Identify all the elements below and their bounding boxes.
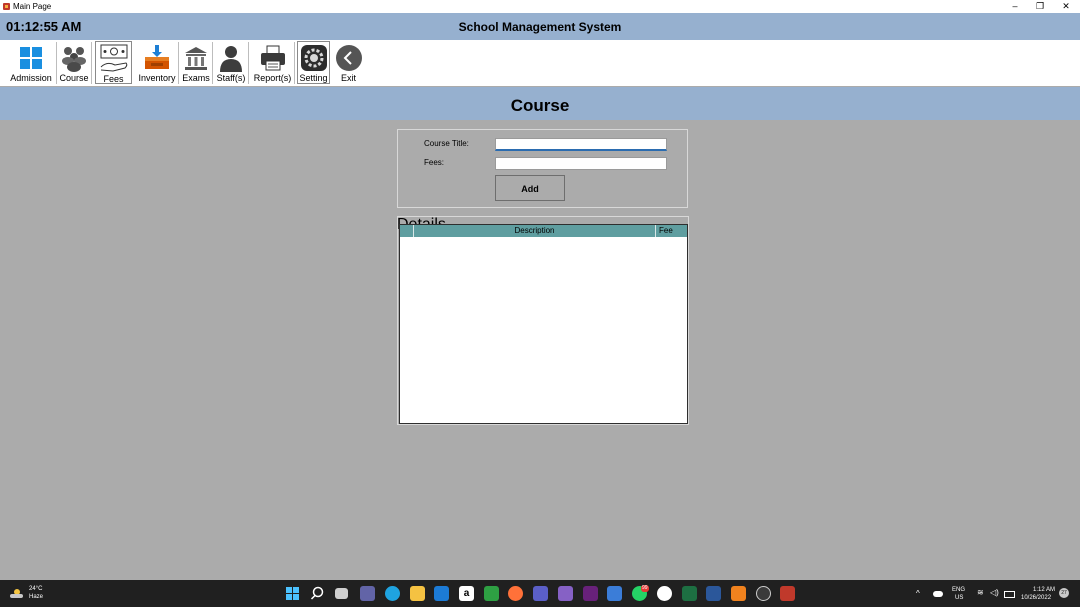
search-icon[interactable] <box>310 586 325 601</box>
chrome-icon[interactable] <box>657 586 672 601</box>
amazon-icon[interactable]: a <box>459 586 474 601</box>
onedrive-icon[interactable] <box>933 591 943 597</box>
toolbar-label: Report(s) <box>253 73 292 83</box>
gear-icon <box>300 45 327 71</box>
visual-studio-icon[interactable] <box>558 586 573 601</box>
back-arrow-icon <box>335 45 362 71</box>
start-icon[interactable] <box>285 586 300 601</box>
page-heading-bar: Course <box>0 87 1080 120</box>
toolbar-label: Exams <box>182 73 210 83</box>
row-header-cell[interactable] <box>400 225 414 237</box>
mail-icon[interactable] <box>434 586 449 601</box>
toolbar-label: Admission <box>10 73 52 83</box>
column-header-fee[interactable]: Fee <box>656 225 687 237</box>
notepad-icon[interactable] <box>706 586 721 601</box>
windows-tiles-icon <box>20 47 42 69</box>
toolbar-admission[interactable]: Admission <box>6 42 57 84</box>
toolbar-exams[interactable]: Exams <box>180 42 213 84</box>
building-icon <box>185 47 207 70</box>
weather-temp: 24°C <box>29 586 43 592</box>
wifi-icon[interactable]: ≋ <box>977 589 984 597</box>
toolbar-label: Fees <box>103 74 124 84</box>
tray-chevron-icon[interactable]: ^ <box>916 590 920 598</box>
excel-icon[interactable] <box>682 586 697 601</box>
store-app-icon[interactable] <box>484 586 499 601</box>
toolbar-setting[interactable]: Setting <box>297 41 330 84</box>
toolbar-exit[interactable]: Exit <box>333 42 364 84</box>
group-icon <box>62 47 86 72</box>
page-title: Course <box>510 96 570 115</box>
file-explorer-icon[interactable] <box>410 586 425 601</box>
toolbar-fees[interactable]: Fees <box>95 41 132 84</box>
taskbar: 24°C Haze a 99 ^ ENG US ≋ ◁) 1:12 AM 10/… <box>0 580 1080 607</box>
battery-icon[interactable] <box>1004 591 1015 598</box>
toolbar-staff[interactable]: Staff(s) <box>214 42 249 84</box>
weather-condition: Haze <box>29 594 44 600</box>
task-view-icon[interactable] <box>335 588 348 599</box>
teams-icon[interactable] <box>533 586 548 601</box>
restore-button[interactable]: ❐ <box>1028 0 1052 13</box>
toolbar-inventory[interactable]: Inventory <box>136 42 179 84</box>
language-label[interactable]: ENG <box>952 586 965 594</box>
toolbar-label: Staff(s) <box>216 73 246 83</box>
tray-date[interactable]: 10/26/2022 <box>1021 594 1051 602</box>
firefox-icon[interactable] <box>508 586 523 601</box>
minimize-button[interactable]: – <box>1003 0 1027 13</box>
app-icon-orange[interactable] <box>731 586 746 601</box>
toolbar-label: Inventory <box>138 73 176 83</box>
toolbar: Admission Course Fees Inventory Exams St… <box>0 40 1080 86</box>
add-button[interactable]: Add <box>495 175 565 201</box>
toolbar-reports[interactable]: Report(s) <box>251 42 295 84</box>
printer-icon <box>260 45 285 71</box>
close-button[interactable]: ✕ <box>1054 0 1078 13</box>
app-icon-blue[interactable] <box>607 586 622 601</box>
region-label: US <box>955 595 964 601</box>
visual-studio-2-icon[interactable] <box>583 586 598 601</box>
course-title-label: Course Title: <box>424 139 469 148</box>
person-icon <box>220 46 242 72</box>
notification-badge[interactable]: 27 <box>1059 588 1069 598</box>
toolbar-label: Course <box>59 73 89 83</box>
grid-header: Description Fee <box>400 225 687 237</box>
column-header-description[interactable]: Description <box>414 225 656 237</box>
edge-icon[interactable] <box>385 586 400 601</box>
toolbar-label: Exit <box>340 73 356 83</box>
teams-chat-icon[interactable] <box>360 586 375 601</box>
whatsapp-badge: 99 <box>641 585 649 592</box>
money-icon <box>100 44 127 72</box>
fees-label: Fees: <box>424 158 445 167</box>
details-grid[interactable]: Description Fee <box>399 224 688 424</box>
media-player-icon[interactable] <box>756 586 771 601</box>
toolbar-course[interactable]: Course <box>57 42 92 84</box>
window-title-bar: Main Page – ❐ ✕ <box>0 0 1080 13</box>
fees-input[interactable] <box>495 157 667 170</box>
app-title: School Management System <box>458 20 622 34</box>
main-page-app-icon[interactable] <box>780 586 795 601</box>
toolbar-label: Setting <box>299 73 328 83</box>
window-title: Main Page <box>13 2 52 11</box>
inbox-icon <box>145 45 169 69</box>
tray-time[interactable]: 1:12 AM <box>1033 586 1055 594</box>
header-bar: 01:12:55 AM School Management System <box>0 13 1080 40</box>
volume-icon[interactable]: ◁) <box>990 589 999 597</box>
weather-haze-icon <box>10 589 23 598</box>
course-title-input[interactable] <box>495 138 667 151</box>
app-icon <box>3 3 10 10</box>
